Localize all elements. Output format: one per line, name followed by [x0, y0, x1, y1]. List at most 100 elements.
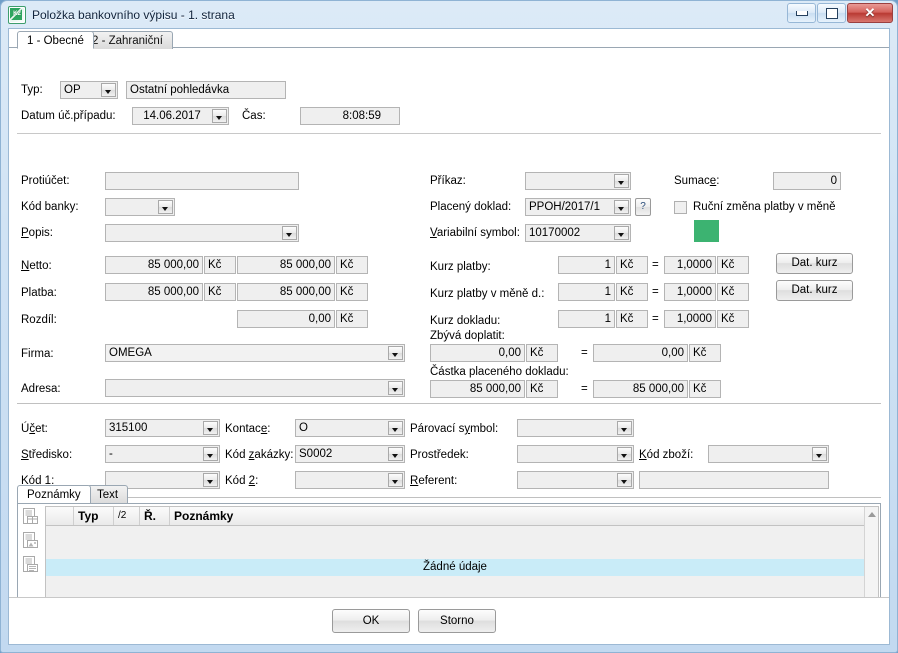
platba-unit-1: Kč [204, 283, 236, 301]
castka-dokladu-value-1: 85 000,00 [430, 380, 525, 398]
close-icon: ✕ [864, 5, 876, 20]
prikaz-combo[interactable] [525, 172, 631, 190]
grid-col-sort[interactable]: /2 [114, 507, 140, 525]
placeny-doklad-help-button[interactable]: ? [635, 198, 651, 216]
cas-field: 8:08:59 [300, 107, 400, 125]
kurz-platby-mene-value-2[interactable]: 1,0000 [664, 283, 716, 301]
label-typ: Typ: [21, 84, 43, 96]
grid-col-typ-label: Typ [78, 509, 99, 523]
label-castka-dokladu: Částka placeného dokladu: [430, 366, 569, 378]
platba-value-1[interactable]: 85 000,00 [105, 283, 203, 301]
kod-zakazky-combo[interactable]: S0002 [295, 445, 405, 463]
grid-col-selector[interactable] [46, 507, 74, 525]
netto-value-1[interactable]: 85 000,00 [105, 256, 203, 274]
popis-combo[interactable] [105, 224, 299, 242]
kod-banky-combo[interactable] [105, 198, 175, 216]
label-adresa: Adresa: [21, 383, 61, 395]
zbyva-doplatit-value-1: 0,00 [430, 344, 525, 362]
window-controls: ✕ [787, 3, 893, 23]
netto-value-2[interactable]: 85 000,00 [237, 256, 335, 274]
kurz-dokladu-value-2[interactable]: 1,0000 [664, 310, 716, 328]
kod-zbozi-combo[interactable] [708, 445, 829, 463]
label-kod-banky: Kód banky: [21, 201, 79, 213]
label-kod-zbozi: Kód zboží: [639, 449, 694, 461]
dat-kurz-button-2[interactable]: Dat. kurz [776, 280, 853, 301]
zbyva-doplatit-unit-2: Kč [689, 344, 721, 362]
ok-button[interactable]: OK [332, 609, 410, 633]
label-platba: Platba: [21, 287, 57, 299]
document-image-icon[interactable] [22, 531, 40, 550]
tab-text[interactable]: Text [87, 485, 129, 503]
tab-zahranicni[interactable]: 2 - Zahraniční [82, 31, 173, 49]
divider-2 [17, 403, 881, 407]
grid-empty-row: Žádné údaje [46, 559, 864, 576]
minimize-button[interactable] [787, 3, 816, 23]
label-stredisko: Středisko: [21, 449, 73, 461]
label-protiucet: Protiúčet: [21, 175, 70, 187]
grid-empty-message: Žádné údaje [423, 561, 487, 573]
kontace-combo[interactable]: O [295, 419, 405, 437]
grid-header-row: Typ /2 Ř. Poznámky [46, 507, 864, 526]
dat-kurz-button-1[interactable]: Dat. kurz [776, 253, 853, 274]
label-parovaci-symbol: Párovací symbol: [410, 423, 499, 435]
rucni-zmena-checkbox[interactable] [674, 201, 687, 214]
datum-field[interactable]: 14.06.2017 [132, 107, 229, 125]
document-text-icon[interactable] [22, 555, 40, 574]
k2-app-icon: K2 [8, 5, 26, 24]
kurz-platby-mene-value-1[interactable]: 1 [558, 283, 615, 301]
label-prikaz: Příkaz: [430, 175, 466, 187]
kurz-dokladu-unit-1: Kč [616, 310, 648, 328]
label-netto: Netto: [21, 260, 52, 272]
label-placeny-doklad: Placený doklad: [430, 201, 512, 213]
notes-toolbar [20, 507, 44, 579]
storno-button[interactable]: Storno [418, 609, 496, 633]
prostredek-combo[interactable] [517, 445, 634, 463]
platba-value-2[interactable]: 85 000,00 [237, 283, 335, 301]
title-bar: K2 Položka bankovního výpisu - 1. strana… [1, 1, 897, 28]
firma-combo[interactable]: OMEGA [105, 344, 405, 362]
typ-description-field: Ostatní pohledávka [126, 81, 286, 99]
tab-strip: 1 - Obecné 2 - Zahraniční [9, 29, 889, 49]
castka-dokladu-unit-2: Kč [689, 380, 721, 398]
zbyva-doplatit-equals: = [581, 347, 588, 359]
currency-color-swatch [694, 220, 719, 242]
label-kod-zakazky: Kód zakázky: [225, 449, 294, 461]
ucet-combo[interactable]: 315100 [105, 419, 220, 437]
label-firma: Firma: [21, 348, 54, 360]
parovaci-symbol-combo[interactable] [517, 419, 634, 437]
close-button[interactable]: ✕ [847, 3, 893, 23]
castka-dokladu-equals: = [581, 383, 588, 395]
placeny-doklad-combo[interactable]: PPOH/2017/1 [525, 198, 631, 216]
label-popis: Popis: [21, 227, 53, 239]
grid-col-poznamky[interactable]: Poznámky [170, 507, 864, 525]
kurz-platby-mene-unit-2: Kč [717, 283, 749, 301]
sumace-field: 0 [773, 172, 841, 190]
label-kurz-platby: Kurz platby: [430, 261, 491, 273]
dialog-client-area: 1 - Obecné 2 - Zahraniční Typ: OP Ostatn… [8, 28, 890, 645]
typ-combo[interactable]: OP [60, 81, 118, 99]
variabilni-symbol-combo[interactable]: 10170002 [525, 224, 631, 242]
label-prostredek: Prostředek: [410, 449, 469, 461]
scroll-up-arrow-icon[interactable] [865, 507, 878, 521]
grid-col-radek[interactable]: Ř. [140, 507, 170, 525]
kurz-platby-value-2[interactable]: 1,0000 [664, 256, 716, 274]
tab-poznamky[interactable]: Poznámky [17, 485, 91, 503]
kurz-dokladu-equals: = [652, 313, 659, 325]
kurz-platby-unit-2: Kč [717, 256, 749, 274]
label-sumace: Sumace: [674, 175, 720, 187]
stredisko-combo[interactable]: - [105, 445, 220, 463]
kurz-dokladu-value-1[interactable]: 1 [558, 310, 615, 328]
label-variabilni-symbol: Variabilní symbol: [430, 227, 520, 239]
divider-1 [17, 133, 881, 134]
grid-col-radek-label: Ř. [144, 509, 156, 523]
restore-button[interactable] [817, 3, 846, 23]
kurz-platby-mene-unit-1: Kč [616, 283, 648, 301]
document-table-icon[interactable] [22, 507, 40, 526]
protiucet-field[interactable] [105, 172, 299, 190]
grid-col-typ[interactable]: Typ [74, 507, 114, 525]
castka-dokladu-value-2: 85 000,00 [593, 380, 688, 398]
adresa-combo[interactable] [105, 379, 405, 397]
kurz-platby-value-1[interactable]: 1 [558, 256, 615, 274]
tab-obecne[interactable]: 1 - Obecné [17, 31, 94, 49]
label-rozdil: Rozdíl: [21, 314, 57, 326]
